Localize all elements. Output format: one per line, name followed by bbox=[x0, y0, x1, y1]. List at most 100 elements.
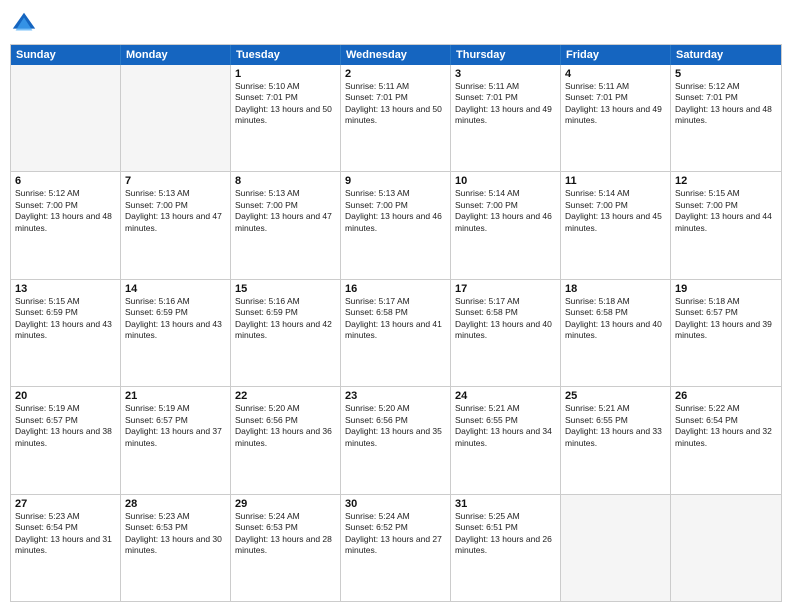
day-info: Sunrise: 5:10 AM Sunset: 7:01 PM Dayligh… bbox=[235, 81, 336, 127]
day-cell-5: 5Sunrise: 5:12 AM Sunset: 7:01 PM Daylig… bbox=[671, 65, 781, 171]
day-info: Sunrise: 5:11 AM Sunset: 7:01 PM Dayligh… bbox=[455, 81, 556, 127]
day-number: 9 bbox=[345, 175, 446, 187]
calendar-row-1: 6Sunrise: 5:12 AM Sunset: 7:00 PM Daylig… bbox=[11, 172, 781, 279]
day-info: Sunrise: 5:24 AM Sunset: 6:52 PM Dayligh… bbox=[345, 511, 446, 557]
day-info: Sunrise: 5:14 AM Sunset: 7:00 PM Dayligh… bbox=[565, 188, 666, 234]
day-cell-15: 15Sunrise: 5:16 AM Sunset: 6:59 PM Dayli… bbox=[231, 280, 341, 386]
day-number: 7 bbox=[125, 175, 226, 187]
calendar-body: 1Sunrise: 5:10 AM Sunset: 7:01 PM Daylig… bbox=[11, 65, 781, 601]
day-info: Sunrise: 5:13 AM Sunset: 7:00 PM Dayligh… bbox=[235, 188, 336, 234]
day-info: Sunrise: 5:18 AM Sunset: 6:58 PM Dayligh… bbox=[565, 296, 666, 342]
day-number: 26 bbox=[675, 390, 777, 402]
day-cell-25: 25Sunrise: 5:21 AM Sunset: 6:55 PM Dayli… bbox=[561, 387, 671, 493]
day-info: Sunrise: 5:16 AM Sunset: 6:59 PM Dayligh… bbox=[235, 296, 336, 342]
day-cell-3: 3Sunrise: 5:11 AM Sunset: 7:01 PM Daylig… bbox=[451, 65, 561, 171]
header-cell-thursday: Thursday bbox=[451, 45, 561, 65]
day-number: 8 bbox=[235, 175, 336, 187]
day-number: 1 bbox=[235, 68, 336, 80]
empty-cell-4-6 bbox=[671, 495, 781, 601]
day-info: Sunrise: 5:18 AM Sunset: 6:57 PM Dayligh… bbox=[675, 296, 777, 342]
empty-cell-0-1 bbox=[121, 65, 231, 171]
day-info: Sunrise: 5:11 AM Sunset: 7:01 PM Dayligh… bbox=[345, 81, 446, 127]
day-info: Sunrise: 5:17 AM Sunset: 6:58 PM Dayligh… bbox=[455, 296, 556, 342]
day-cell-31: 31Sunrise: 5:25 AM Sunset: 6:51 PM Dayli… bbox=[451, 495, 561, 601]
empty-cell-4-5 bbox=[561, 495, 671, 601]
day-number: 6 bbox=[15, 175, 116, 187]
day-cell-11: 11Sunrise: 5:14 AM Sunset: 7:00 PM Dayli… bbox=[561, 172, 671, 278]
day-info: Sunrise: 5:12 AM Sunset: 7:00 PM Dayligh… bbox=[15, 188, 116, 234]
day-info: Sunrise: 5:19 AM Sunset: 6:57 PM Dayligh… bbox=[125, 403, 226, 449]
day-number: 19 bbox=[675, 283, 777, 295]
day-info: Sunrise: 5:13 AM Sunset: 7:00 PM Dayligh… bbox=[125, 188, 226, 234]
calendar-row-4: 27Sunrise: 5:23 AM Sunset: 6:54 PM Dayli… bbox=[11, 495, 781, 601]
header-cell-saturday: Saturday bbox=[671, 45, 781, 65]
header-cell-monday: Monday bbox=[121, 45, 231, 65]
day-number: 17 bbox=[455, 283, 556, 295]
day-info: Sunrise: 5:11 AM Sunset: 7:01 PM Dayligh… bbox=[565, 81, 666, 127]
day-cell-9: 9Sunrise: 5:13 AM Sunset: 7:00 PM Daylig… bbox=[341, 172, 451, 278]
day-cell-4: 4Sunrise: 5:11 AM Sunset: 7:01 PM Daylig… bbox=[561, 65, 671, 171]
day-number: 2 bbox=[345, 68, 446, 80]
day-info: Sunrise: 5:19 AM Sunset: 6:57 PM Dayligh… bbox=[15, 403, 116, 449]
logo bbox=[10, 10, 42, 38]
day-cell-21: 21Sunrise: 5:19 AM Sunset: 6:57 PM Dayli… bbox=[121, 387, 231, 493]
day-info: Sunrise: 5:25 AM Sunset: 6:51 PM Dayligh… bbox=[455, 511, 556, 557]
day-cell-2: 2Sunrise: 5:11 AM Sunset: 7:01 PM Daylig… bbox=[341, 65, 451, 171]
day-cell-20: 20Sunrise: 5:19 AM Sunset: 6:57 PM Dayli… bbox=[11, 387, 121, 493]
day-cell-17: 17Sunrise: 5:17 AM Sunset: 6:58 PM Dayli… bbox=[451, 280, 561, 386]
empty-cell-0-0 bbox=[11, 65, 121, 171]
day-number: 30 bbox=[345, 498, 446, 510]
day-number: 15 bbox=[235, 283, 336, 295]
day-info: Sunrise: 5:13 AM Sunset: 7:00 PM Dayligh… bbox=[345, 188, 446, 234]
day-number: 12 bbox=[675, 175, 777, 187]
day-number: 11 bbox=[565, 175, 666, 187]
calendar: SundayMondayTuesdayWednesdayThursdayFrid… bbox=[10, 44, 782, 602]
day-number: 28 bbox=[125, 498, 226, 510]
day-cell-7: 7Sunrise: 5:13 AM Sunset: 7:00 PM Daylig… bbox=[121, 172, 231, 278]
day-cell-27: 27Sunrise: 5:23 AM Sunset: 6:54 PM Dayli… bbox=[11, 495, 121, 601]
day-info: Sunrise: 5:21 AM Sunset: 6:55 PM Dayligh… bbox=[455, 403, 556, 449]
day-number: 24 bbox=[455, 390, 556, 402]
day-info: Sunrise: 5:16 AM Sunset: 6:59 PM Dayligh… bbox=[125, 296, 226, 342]
day-cell-14: 14Sunrise: 5:16 AM Sunset: 6:59 PM Dayli… bbox=[121, 280, 231, 386]
day-info: Sunrise: 5:20 AM Sunset: 6:56 PM Dayligh… bbox=[345, 403, 446, 449]
calendar-row-3: 20Sunrise: 5:19 AM Sunset: 6:57 PM Dayli… bbox=[11, 387, 781, 494]
day-number: 22 bbox=[235, 390, 336, 402]
day-number: 27 bbox=[15, 498, 116, 510]
day-cell-6: 6Sunrise: 5:12 AM Sunset: 7:00 PM Daylig… bbox=[11, 172, 121, 278]
day-number: 29 bbox=[235, 498, 336, 510]
day-info: Sunrise: 5:22 AM Sunset: 6:54 PM Dayligh… bbox=[675, 403, 777, 449]
day-cell-19: 19Sunrise: 5:18 AM Sunset: 6:57 PM Dayli… bbox=[671, 280, 781, 386]
day-number: 23 bbox=[345, 390, 446, 402]
day-info: Sunrise: 5:21 AM Sunset: 6:55 PM Dayligh… bbox=[565, 403, 666, 449]
calendar-row-2: 13Sunrise: 5:15 AM Sunset: 6:59 PM Dayli… bbox=[11, 280, 781, 387]
day-cell-22: 22Sunrise: 5:20 AM Sunset: 6:56 PM Dayli… bbox=[231, 387, 341, 493]
day-number: 18 bbox=[565, 283, 666, 295]
calendar-header: SundayMondayTuesdayWednesdayThursdayFrid… bbox=[11, 45, 781, 65]
day-cell-28: 28Sunrise: 5:23 AM Sunset: 6:53 PM Dayli… bbox=[121, 495, 231, 601]
day-info: Sunrise: 5:17 AM Sunset: 6:58 PM Dayligh… bbox=[345, 296, 446, 342]
logo-icon bbox=[10, 10, 38, 38]
day-cell-24: 24Sunrise: 5:21 AM Sunset: 6:55 PM Dayli… bbox=[451, 387, 561, 493]
page-header bbox=[10, 10, 782, 38]
day-number: 10 bbox=[455, 175, 556, 187]
day-cell-18: 18Sunrise: 5:18 AM Sunset: 6:58 PM Dayli… bbox=[561, 280, 671, 386]
day-number: 31 bbox=[455, 498, 556, 510]
day-info: Sunrise: 5:14 AM Sunset: 7:00 PM Dayligh… bbox=[455, 188, 556, 234]
day-cell-16: 16Sunrise: 5:17 AM Sunset: 6:58 PM Dayli… bbox=[341, 280, 451, 386]
day-info: Sunrise: 5:15 AM Sunset: 6:59 PM Dayligh… bbox=[15, 296, 116, 342]
day-number: 4 bbox=[565, 68, 666, 80]
day-cell-30: 30Sunrise: 5:24 AM Sunset: 6:52 PM Dayli… bbox=[341, 495, 451, 601]
day-number: 3 bbox=[455, 68, 556, 80]
day-info: Sunrise: 5:12 AM Sunset: 7:01 PM Dayligh… bbox=[675, 81, 777, 127]
day-cell-13: 13Sunrise: 5:15 AM Sunset: 6:59 PM Dayli… bbox=[11, 280, 121, 386]
header-cell-friday: Friday bbox=[561, 45, 671, 65]
day-number: 5 bbox=[675, 68, 777, 80]
day-cell-1: 1Sunrise: 5:10 AM Sunset: 7:01 PM Daylig… bbox=[231, 65, 341, 171]
day-info: Sunrise: 5:23 AM Sunset: 6:54 PM Dayligh… bbox=[15, 511, 116, 557]
day-info: Sunrise: 5:15 AM Sunset: 7:00 PM Dayligh… bbox=[675, 188, 777, 234]
day-cell-29: 29Sunrise: 5:24 AM Sunset: 6:53 PM Dayli… bbox=[231, 495, 341, 601]
day-number: 16 bbox=[345, 283, 446, 295]
day-number: 21 bbox=[125, 390, 226, 402]
day-number: 14 bbox=[125, 283, 226, 295]
